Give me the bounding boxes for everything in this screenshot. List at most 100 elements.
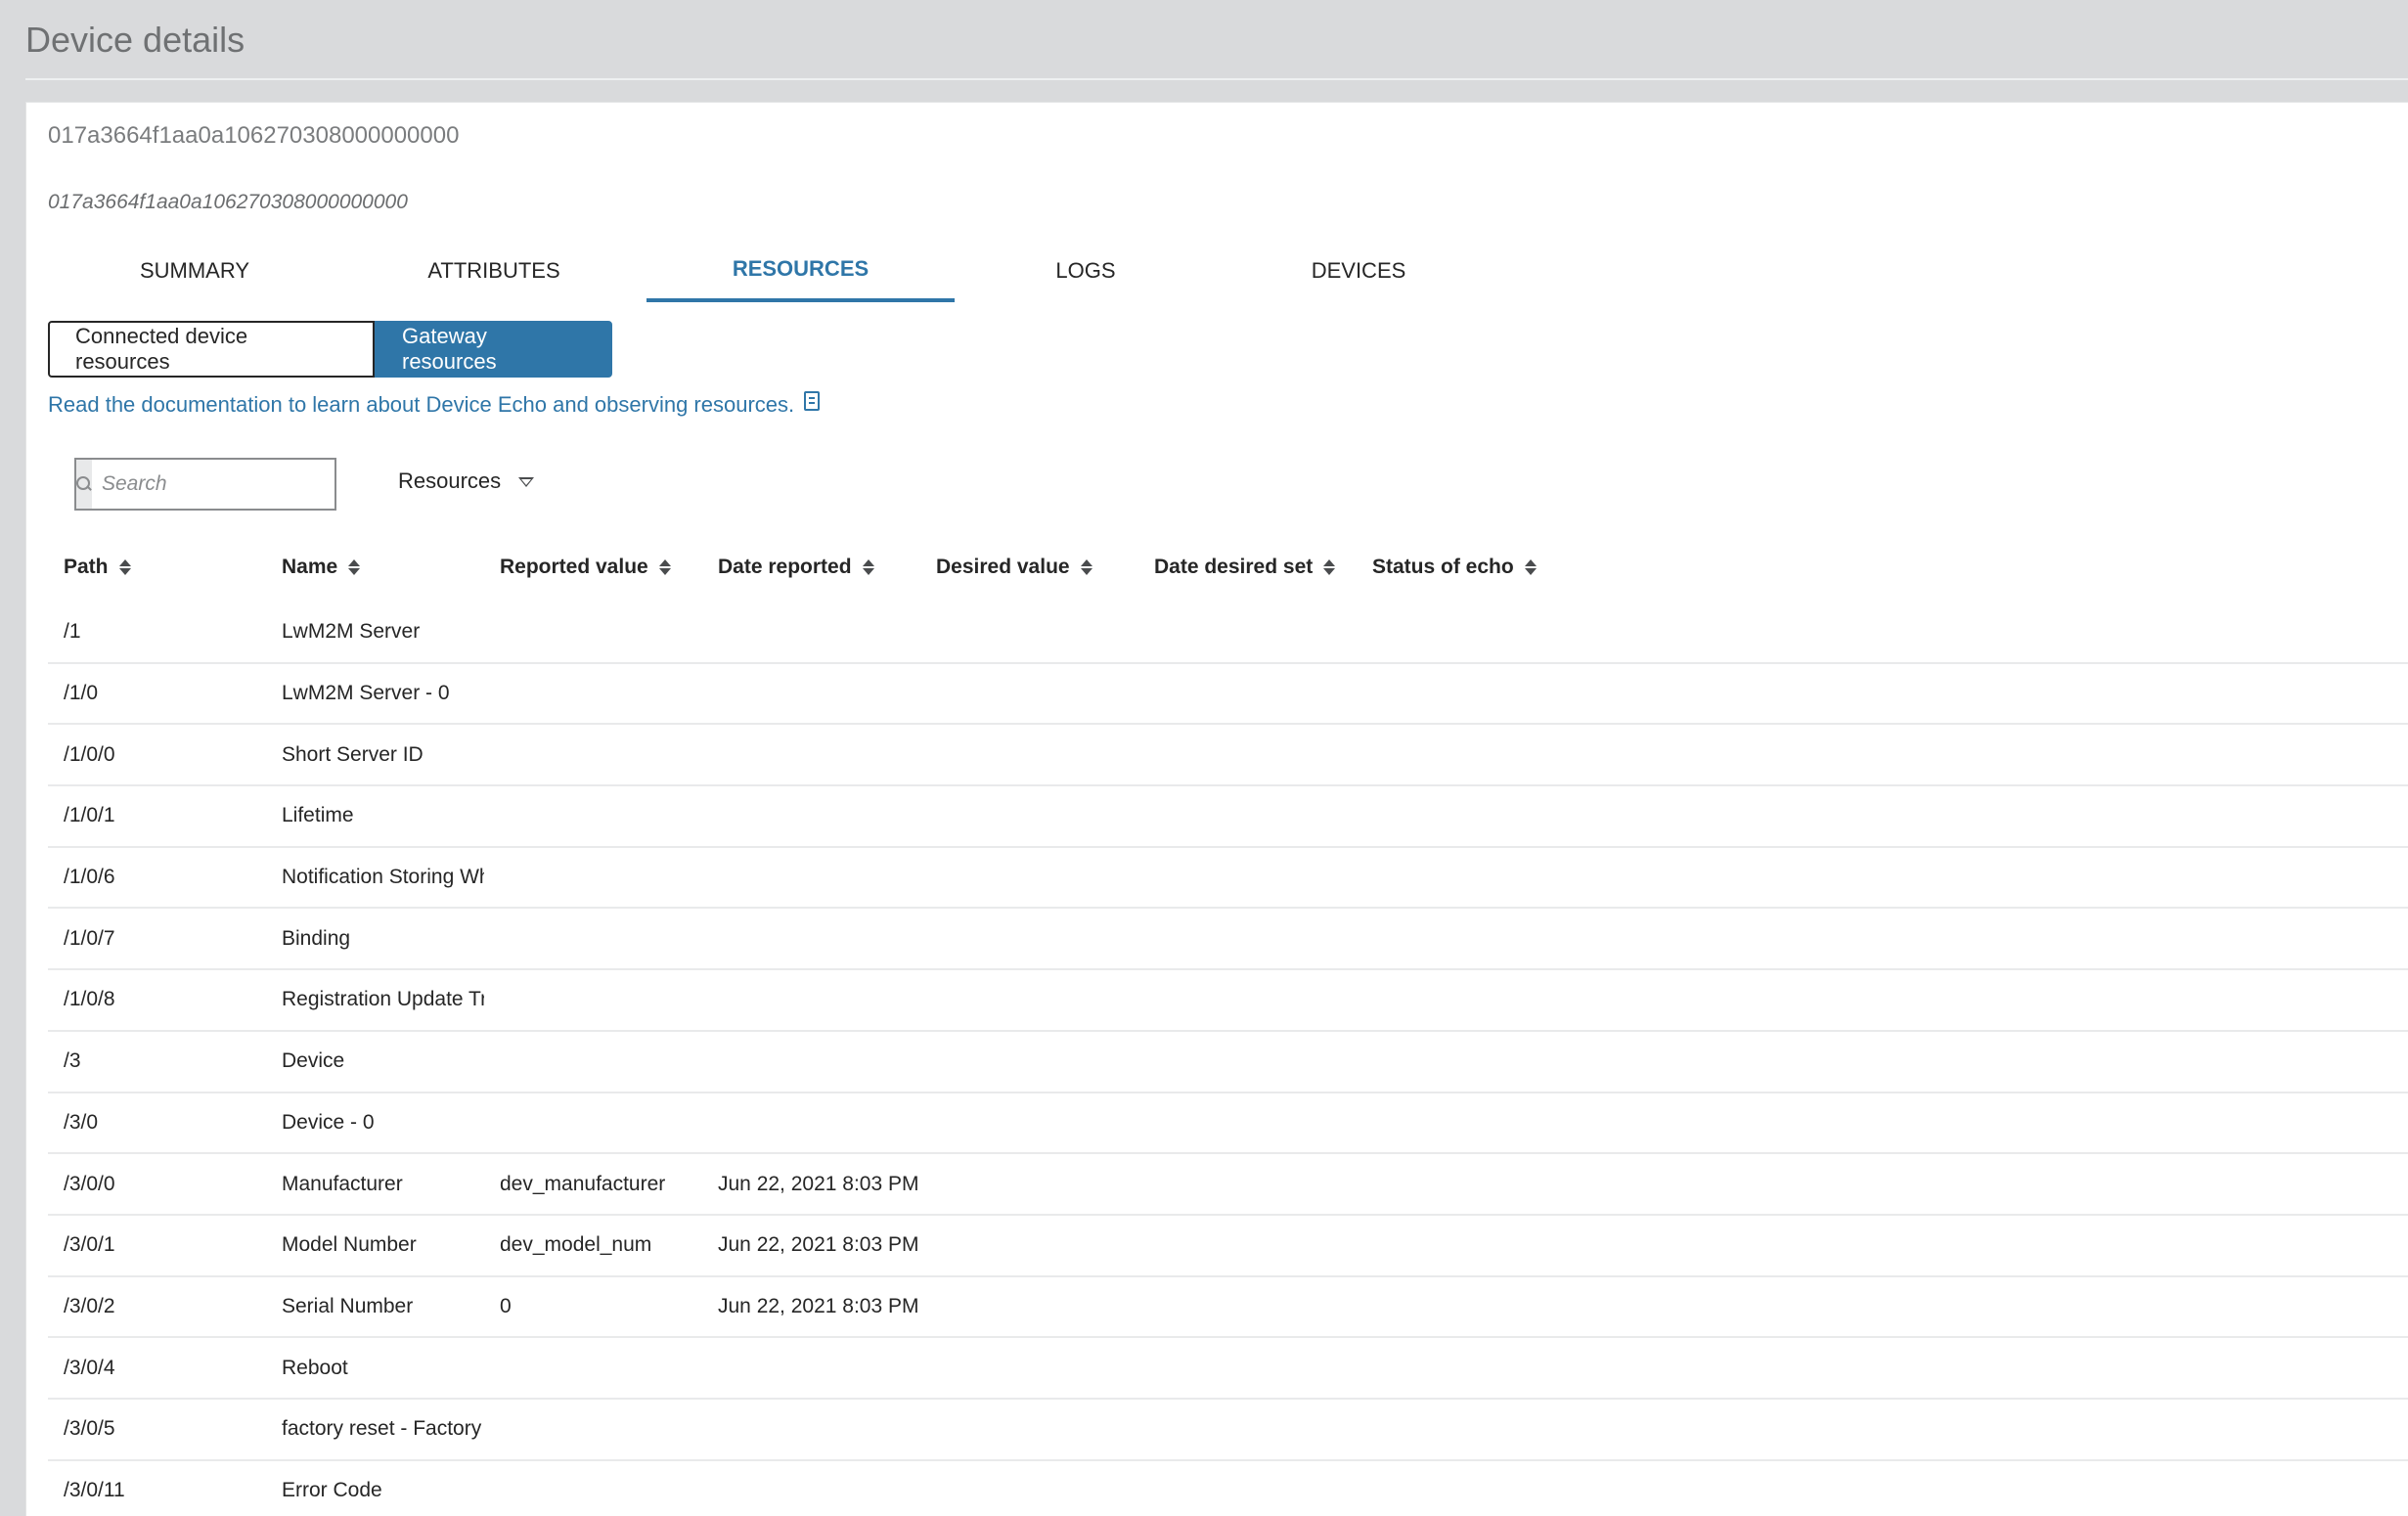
path-link[interactable]: /1/0/1 bbox=[48, 785, 266, 847]
status-of-echo-cell bbox=[1357, 1460, 2408, 1516]
tab-devices[interactable]: DEVICES bbox=[1217, 240, 1500, 302]
status-of-echo-cell bbox=[1357, 1276, 2408, 1338]
desired-value-cell bbox=[920, 847, 1138, 909]
reported-value-cell bbox=[484, 1337, 702, 1399]
reported-value-cell: dev_model_num bbox=[500, 1233, 652, 1257]
path-link[interactable]: /3/0/2 bbox=[48, 1276, 266, 1338]
column-header-date-desired-set[interactable]: Date desired set bbox=[1154, 556, 1336, 579]
name-cell: Device bbox=[282, 1049, 345, 1073]
sort-icon bbox=[658, 559, 672, 577]
path-link[interactable]: /3/0/4 bbox=[48, 1337, 266, 1399]
table-row: /3/0/2 Serial Number 0 Jun 22, 2021 8:03 PM bbox=[48, 1276, 2408, 1338]
desired-value-cell bbox=[920, 1399, 1138, 1460]
date-reported-cell: Jun 22, 2021 8:03 PM bbox=[718, 1233, 919, 1257]
status-of-echo-cell bbox=[1357, 602, 2408, 663]
name-cell: Notification Storing When Disa... bbox=[282, 866, 484, 889]
resources-filter-dropdown[interactable]: Resources bbox=[398, 468, 535, 494]
connected-device-resources-button[interactable]: Connected device resources bbox=[48, 321, 375, 378]
documentation-link[interactable]: Read the documentation to learn about De… bbox=[48, 391, 821, 418]
date-desired-cell bbox=[1138, 1399, 1357, 1460]
reported-value-cell bbox=[484, 1092, 702, 1154]
tab-summary[interactable]: SUMMARY bbox=[48, 240, 341, 302]
device-subtitle: 017a3664f1aa0a106270308000000000 bbox=[48, 191, 408, 213]
page-title: Device details bbox=[25, 20, 245, 60]
date-reported-cell bbox=[702, 1031, 920, 1092]
path-link[interactable]: /3/0/0 bbox=[48, 1153, 266, 1215]
table-row: /1/0/8 Registration Update Trigger bbox=[48, 969, 2408, 1031]
reported-value-cell bbox=[484, 724, 702, 785]
desired-value-cell bbox=[920, 1092, 1138, 1154]
reported-value-cell bbox=[484, 969, 702, 1031]
search-box bbox=[74, 458, 370, 511]
path-link[interactable]: /3/0/11 bbox=[48, 1460, 266, 1516]
path-link[interactable]: /1/0/7 bbox=[48, 908, 266, 969]
status-of-echo-cell bbox=[1357, 1092, 2408, 1154]
path-link[interactable]: /3/0/1 bbox=[48, 1215, 266, 1276]
desired-value-cell bbox=[920, 1460, 1138, 1516]
status-of-echo-cell bbox=[1357, 1215, 2408, 1276]
status-of-echo-cell bbox=[1357, 1153, 2408, 1215]
path-link[interactable]: /1/0/6 bbox=[48, 847, 266, 909]
date-desired-cell bbox=[1138, 1337, 1357, 1399]
path-link[interactable]: /3/0/5 bbox=[48, 1399, 266, 1460]
date-reported-cell bbox=[702, 602, 920, 663]
table-row: /3/0/11 Error Code bbox=[48, 1460, 2408, 1516]
status-of-echo-cell bbox=[1357, 1399, 2408, 1460]
date-desired-cell bbox=[1138, 724, 1357, 785]
tab-bar: SUMMARY ATTRIBUTES RESOURCES LOGS DEVICE… bbox=[48, 240, 2408, 302]
date-desired-cell bbox=[1138, 785, 1357, 847]
search-input[interactable] bbox=[92, 460, 370, 509]
table-row: /3 Device bbox=[48, 1031, 2408, 1092]
table-row: /1/0/1 Lifetime bbox=[48, 785, 2408, 847]
status-of-echo-cell bbox=[1357, 785, 2408, 847]
table-row: /3/0/4 Reboot bbox=[48, 1337, 2408, 1399]
sort-icon bbox=[1322, 559, 1336, 577]
gateway-resources-button[interactable]: Gateway resources bbox=[375, 321, 612, 378]
path-link[interactable]: /1/0/0 bbox=[48, 724, 266, 785]
date-reported-cell bbox=[702, 1399, 920, 1460]
device-id: 017a3664f1aa0a106270308000000000 bbox=[48, 122, 460, 149]
status-of-echo-cell bbox=[1357, 1031, 2408, 1092]
column-header-desired-value[interactable]: Desired value bbox=[936, 556, 1093, 579]
tab-attributes[interactable]: ATTRIBUTES bbox=[341, 240, 647, 302]
status-of-echo-cell bbox=[1357, 969, 2408, 1031]
path-link[interactable]: /1/0/8 bbox=[48, 969, 266, 1031]
date-desired-cell bbox=[1138, 602, 1357, 663]
tab-logs[interactable]: LOGS bbox=[955, 240, 1217, 302]
search-icon bbox=[76, 476, 92, 492]
device-panel: 017a3664f1aa0a106270308000000000 017a366… bbox=[25, 102, 2408, 1516]
reported-value-cell bbox=[484, 1031, 702, 1092]
date-reported-cell bbox=[702, 663, 920, 725]
date-desired-cell bbox=[1138, 663, 1357, 725]
name-cell: Error Code bbox=[282, 1479, 382, 1502]
column-header-name[interactable]: Name bbox=[282, 556, 361, 579]
reported-value-cell bbox=[484, 663, 702, 725]
path-link[interactable]: /3 bbox=[48, 1031, 266, 1092]
filter-label: Resources bbox=[398, 468, 502, 493]
date-desired-cell bbox=[1138, 847, 1357, 909]
tab-resources[interactable]: RESOURCES bbox=[647, 240, 955, 302]
status-of-echo-cell bbox=[1357, 663, 2408, 725]
sort-icon bbox=[347, 559, 361, 577]
column-header-reported-value[interactable]: Reported value bbox=[500, 556, 672, 579]
desired-value-cell bbox=[920, 969, 1138, 1031]
status-of-echo-cell bbox=[1357, 1337, 2408, 1399]
date-reported-cell: Jun 22, 2021 8:03 PM bbox=[718, 1172, 919, 1195]
path-link[interactable]: /1 bbox=[48, 602, 266, 663]
table-row: /1/0/0 Short Server ID bbox=[48, 724, 2408, 786]
table-row: /3/0/5 factory reset - Factory Reset bbox=[48, 1399, 2408, 1460]
table-row: /1/0/7 Binding bbox=[48, 908, 2408, 970]
path-link[interactable]: /3/0 bbox=[48, 1092, 266, 1154]
path-link[interactable]: /1/0 bbox=[48, 663, 266, 725]
column-header-date-reported[interactable]: Date reported bbox=[718, 556, 875, 579]
reported-value-cell bbox=[484, 1460, 702, 1516]
desired-value-cell bbox=[920, 724, 1138, 785]
column-header-path[interactable]: Path bbox=[64, 556, 132, 579]
column-header-status-of-echo[interactable]: Status of echo bbox=[1372, 556, 1538, 579]
name-cell: Serial Number bbox=[282, 1294, 414, 1317]
date-desired-cell bbox=[1138, 908, 1357, 969]
name-cell: Reboot bbox=[282, 1356, 348, 1379]
date-reported-cell bbox=[702, 1092, 920, 1154]
desired-value-cell bbox=[920, 663, 1138, 725]
date-reported-cell bbox=[702, 847, 920, 909]
